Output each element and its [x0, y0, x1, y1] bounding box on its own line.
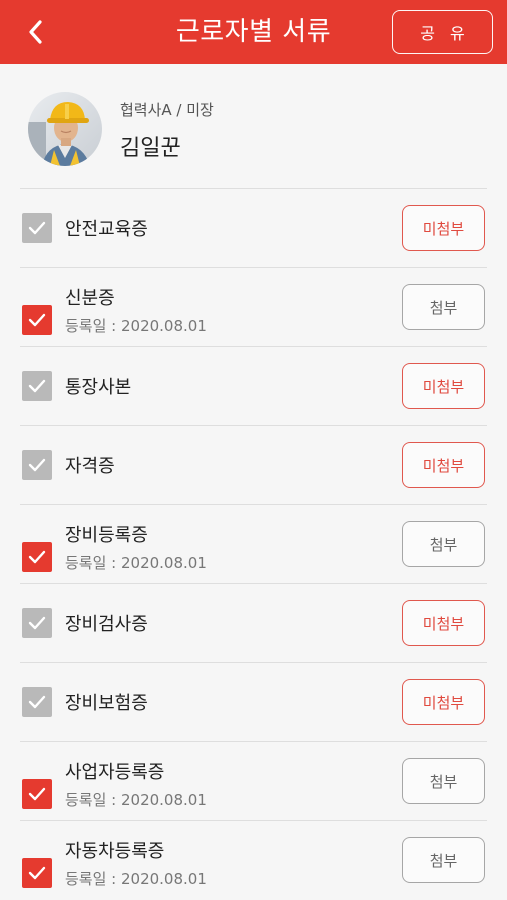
chevron-left-icon: [29, 20, 42, 44]
share-button[interactable]: 공 유: [392, 10, 493, 54]
list-item: 사업자등록증등록일 : 2020.08.01 첨부: [20, 741, 487, 820]
document-name: 사업자등록증: [65, 762, 165, 783]
checkbox-checked[interactable]: [22, 305, 52, 335]
document-name: 자동차등록증: [65, 841, 165, 862]
avatar: [28, 92, 102, 166]
document-list: 안전교육증 미첨부 신분증 등록일 : 2020.08.01 첨부 통장사본 미첨부 자격증 미…: [0, 188, 507, 899]
checkbox-checked[interactable]: [22, 779, 52, 809]
document-name: 안전교육증: [65, 219, 148, 240]
checkbox-unchecked[interactable]: [22, 213, 52, 243]
list-item: 장비보험증 미첨부: [20, 662, 487, 741]
checkbox-unchecked[interactable]: [22, 608, 52, 638]
not-attached-button[interactable]: 미첨부: [402, 442, 485, 488]
document-name: 통장사본: [65, 377, 132, 398]
app-header: 근로자별 서류 공 유: [0, 0, 507, 64]
check-icon: [28, 313, 46, 327]
document-name: 장비등록증: [65, 525, 148, 546]
worker-name: 김일꾼: [120, 136, 181, 161]
registration-date: 등록일 : 2020.08.01: [65, 791, 207, 809]
checkbox-checked[interactable]: [22, 858, 52, 888]
list-item: 자동차등록증등록일 : 2020.08.01 첨부: [20, 820, 487, 899]
check-icon: [28, 458, 46, 472]
attached-button[interactable]: 첨부: [402, 284, 485, 330]
back-button[interactable]: [20, 16, 52, 48]
worker-profile: 협력사A / 미장 김일꾼: [0, 64, 507, 188]
document-name: 신분증: [65, 288, 115, 309]
registration-date: 등록일 : 2020.08.01: [65, 870, 207, 888]
attached-button[interactable]: 첨부: [402, 758, 485, 804]
check-icon: [28, 379, 46, 393]
checkbox-checked[interactable]: [22, 542, 52, 572]
document-name: 자격증: [65, 456, 115, 477]
check-icon: [28, 221, 46, 235]
attached-button[interactable]: 첨부: [402, 837, 485, 883]
not-attached-button[interactable]: 미첨부: [402, 205, 485, 251]
list-item: 장비검사증 미첨부: [20, 583, 487, 662]
list-item: 장비등록증등록일 : 2020.08.01 첨부: [20, 504, 487, 583]
company-role: 협력사A / 미장: [120, 101, 214, 119]
registration-date: 등록일 : 2020.08.01: [65, 554, 207, 572]
check-icon: [28, 550, 46, 564]
check-icon: [28, 695, 46, 709]
checkbox-unchecked[interactable]: [22, 450, 52, 480]
list-item: 통장사본 미첨부: [20, 346, 487, 425]
document-name: 장비검사증: [65, 614, 148, 635]
check-icon: [28, 866, 46, 880]
not-attached-button[interactable]: 미첨부: [402, 679, 485, 725]
check-icon: [28, 616, 46, 630]
checkbox-unchecked[interactable]: [22, 687, 52, 717]
not-attached-button[interactable]: 미첨부: [402, 363, 485, 409]
document-name: 장비보험증: [65, 693, 148, 714]
list-item: 안전교육증 미첨부: [20, 188, 487, 267]
list-item: 신분증등록일 : 2020.08.01 첨부: [20, 267, 487, 346]
not-attached-button[interactable]: 미첨부: [402, 600, 485, 646]
checkbox-unchecked[interactable]: [22, 371, 52, 401]
list-item: 자격증 미첨부: [20, 425, 487, 504]
check-icon: [28, 787, 46, 801]
registration-date: 등록일 : 2020.08.01: [65, 317, 207, 335]
attached-button[interactable]: 첨부: [402, 521, 485, 567]
